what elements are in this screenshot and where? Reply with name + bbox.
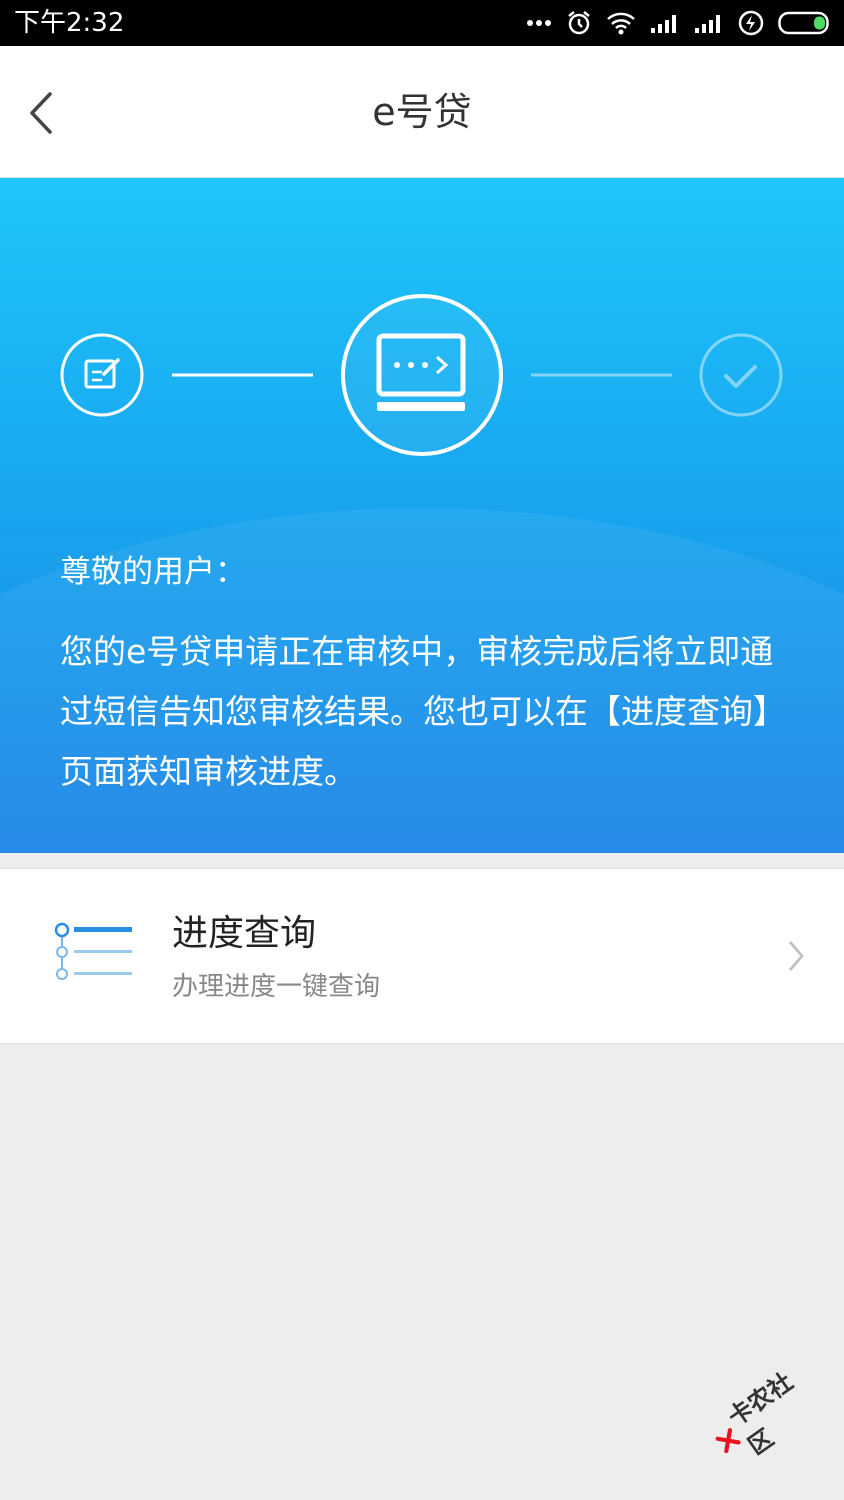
status-hero: 尊敬的用户： 您的e号贷申请正在审核中，审核完成后将立即通过短信告知您审核结果。… (0, 178, 844, 853)
signal-icon (651, 15, 676, 33)
signal-icon (695, 15, 720, 33)
progress-steps (60, 294, 783, 456)
nav-bar: e号贷 (0, 46, 844, 178)
more-dots-icon (527, 20, 551, 26)
card-title: 进度查询 (172, 913, 317, 954)
progress-query-card[interactable]: 进度查询 办理进度一键查询 (0, 868, 844, 1044)
step-3-check-icon (699, 333, 783, 417)
page-title: e号贷 (372, 90, 472, 134)
status-bar: 下午2:32 (0, 0, 844, 46)
status-time: 下午2:32 (14, 8, 125, 38)
chevron-right-icon (789, 941, 804, 971)
alarm-icon (568, 11, 590, 35)
status-icons (526, 8, 832, 38)
battery-icon (778, 11, 829, 35)
progress-list-icon (54, 922, 132, 980)
watermark: 卡农社区 (700, 1358, 825, 1475)
step-2-computer-processing-icon (341, 294, 503, 456)
card-subtitle: 办理进度一键查询 (172, 972, 381, 1002)
review-message: 尊敬的用户： 您的e号贷申请正在审核中，审核完成后将立即通过短信告知您审核结果。… (60, 550, 790, 802)
charging-icon (738, 10, 764, 36)
step-1-edit-form-icon (60, 333, 144, 417)
greeting-text: 尊敬的用户： (60, 554, 246, 590)
wifi-icon (607, 12, 635, 35)
review-status-text: 您的e号贷申请正在审核中，审核完成后将立即通过短信告知您审核结果。您也可以在【进… (60, 632, 786, 791)
